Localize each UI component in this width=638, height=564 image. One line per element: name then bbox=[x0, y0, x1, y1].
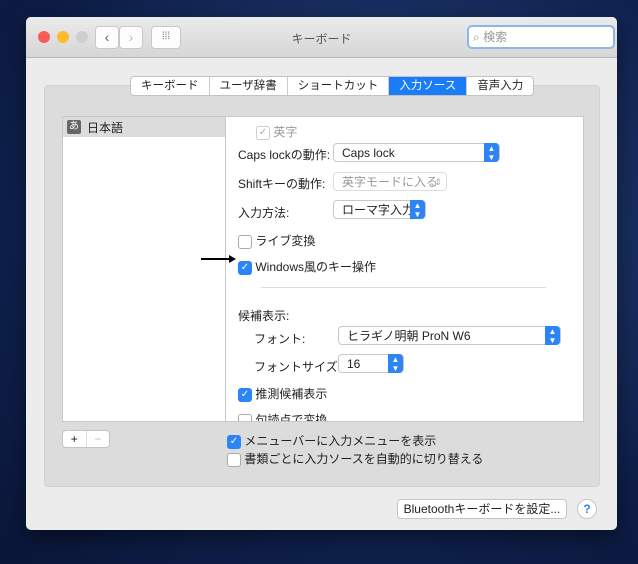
list-item-label: 日本語 bbox=[87, 120, 124, 135]
live-conversion-checkbox[interactable]: ライブ変換 bbox=[238, 232, 315, 249]
font-size-value: 16 bbox=[347, 357, 361, 371]
tab-bar: キーボード ユーザ辞書 ショートカット 入力ソース 音声入力 bbox=[130, 76, 535, 96]
japanese-settings-pane: ✓ 英字 Caps lockの動作: Caps lock ▲ ▼ Shiftキーの動… bbox=[225, 116, 584, 422]
tab-dictation[interactable]: 音声入力 bbox=[467, 77, 533, 95]
tab-keyboard[interactable]: キーボード bbox=[131, 77, 210, 95]
input-method-select[interactable]: ローマ字入力 ▲ ▼ bbox=[333, 200, 426, 219]
font-value: ヒラギノ明朝 ProN W6 bbox=[347, 329, 471, 343]
tab-user-dictionary[interactable]: ユーザ辞書 bbox=[210, 77, 288, 95]
font-size-select[interactable]: 16 ▲ ▼ bbox=[338, 354, 404, 373]
remove-source-button[interactable]: − bbox=[87, 431, 110, 447]
show-input-menu-label: メニューバーに入力メニューを表示 bbox=[244, 434, 437, 448]
caps-lock-label: Caps lockの動作: bbox=[238, 148, 331, 162]
divider bbox=[261, 287, 546, 288]
punctuation-checkbox[interactable]: 句読点で変換 bbox=[238, 411, 328, 422]
punctuation-label: 句読点で変換 bbox=[255, 413, 328, 422]
windows-keys-label: Windows風のキー操作 bbox=[255, 260, 377, 274]
search-icon: ⌕ bbox=[473, 30, 480, 44]
updown-icon: ▲ ▼ bbox=[545, 326, 560, 345]
add-source-button[interactable]: + bbox=[63, 431, 87, 447]
updown-icon: ▲ ▼ bbox=[388, 354, 403, 373]
eiji-checkbox[interactable]: ✓ 英字 bbox=[256, 123, 297, 140]
updown-icon: ⇕ bbox=[434, 177, 442, 187]
font-select[interactable]: ヒラギノ明朝 ProN W6 ▲ ▼ bbox=[338, 326, 561, 345]
tab-input-sources[interactable]: 入力ソース bbox=[389, 77, 468, 95]
font-size-label: フォントサイズ: bbox=[254, 360, 341, 374]
auto-switch-checkbox[interactable]: 書類ごとに入力ソースを自動的に切り替える bbox=[227, 450, 483, 467]
list-item-japanese[interactable]: あ 日本語 bbox=[63, 117, 226, 137]
auto-switch-label: 書類ごとに入力ソースを自動的に切り替える bbox=[244, 452, 484, 466]
caps-lock-select[interactable]: Caps lock ▲ ▼ bbox=[333, 143, 500, 162]
help-button[interactable]: ? bbox=[577, 499, 597, 519]
search-placeholder: 検索 bbox=[483, 30, 508, 44]
tab-shortcuts[interactable]: ショートカット bbox=[288, 77, 390, 95]
updown-icon: ▲ ▼ bbox=[410, 200, 425, 219]
shift-label: Shiftキーの動作: bbox=[238, 177, 326, 191]
shift-value: 英字モードに入る bbox=[342, 175, 439, 189]
windows-keys-checkbox[interactable]: ✓ Windows風のキー操作 bbox=[238, 258, 376, 275]
eiji-label: 英字 bbox=[273, 125, 298, 139]
arrow-annotation-line bbox=[201, 258, 231, 260]
title-bar: ‹ › ⁞⁞⁞ キーボード ⌕ 検索 bbox=[26, 17, 617, 58]
candidates-label: 候補表示: bbox=[238, 309, 290, 323]
show-input-menu-checkbox[interactable]: ✓ メニューバーに入力メニューを表示 bbox=[227, 432, 436, 449]
font-label: フォント: bbox=[254, 332, 306, 346]
input-source-list: あ 日本語 bbox=[62, 116, 227, 422]
add-remove-buttons: + − bbox=[62, 430, 110, 448]
hiragana-icon: あ bbox=[67, 120, 81, 134]
input-method-label: 入力方法: bbox=[238, 206, 290, 220]
setup-bluetooth-keyboard-button[interactable]: Bluetoothキーボードを設定... bbox=[397, 499, 567, 519]
search-input[interactable]: ⌕ 検索 bbox=[467, 25, 615, 49]
keyboard-preferences-window: ‹ › ⁞⁞⁞ キーボード ⌕ 検索 キーボード ユーザ辞書 ショートカット 入… bbox=[26, 17, 617, 530]
arrow-annotation-icon bbox=[229, 255, 236, 263]
caps-lock-value: Caps lock bbox=[342, 146, 395, 160]
predictive-checkbox[interactable]: ✓ 推測候補表示 bbox=[238, 385, 327, 402]
updown-icon: ▲ ▼ bbox=[484, 143, 499, 162]
live-conversion-label: ライブ変換 bbox=[255, 234, 316, 248]
shift-select[interactable]: 英字モードに入る ⇕ bbox=[333, 172, 447, 191]
input-method-value: ローマ字入力 bbox=[342, 203, 415, 217]
predictive-label: 推測候補表示 bbox=[255, 387, 328, 401]
